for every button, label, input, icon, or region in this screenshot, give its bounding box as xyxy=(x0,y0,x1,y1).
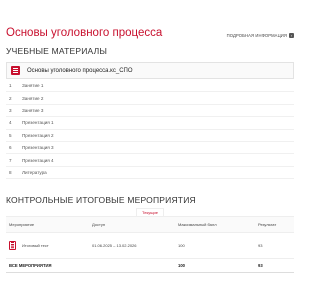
item-number: 6 xyxy=(9,145,12,151)
page-title: Основы уголовного процесса xyxy=(6,27,163,39)
event-access: 01.06.2025 – 13.02.2026 xyxy=(92,243,137,248)
item-label: Презентация 2 xyxy=(22,132,54,138)
event-result: 93 xyxy=(258,243,263,248)
item-number: 4 xyxy=(9,120,12,126)
item-number: 1 xyxy=(9,83,12,89)
item-number: 7 xyxy=(9,157,12,163)
item-label: Занятие 2 xyxy=(22,95,44,101)
more-info-label: ПОДРОБНАЯ ИНФОРМАЦИЯ xyxy=(226,33,287,38)
event-cell: Итоговый тест xyxy=(6,240,92,250)
more-info-link[interactable]: ПОДРОБНАЯ ИНФОРМАЦИЯ › xyxy=(227,33,294,38)
event-name[interactable]: Итоговый тест xyxy=(22,243,49,248)
list-item[interactable]: 3 Занятие 3 xyxy=(6,105,294,118)
column-header-access: Доступ xyxy=(92,222,106,227)
materials-list: 1 Занятие 1 2 Занятие 2 3 Занятие 3 4 Презен… xyxy=(6,80,294,180)
item-number: 2 xyxy=(9,95,12,101)
test-clipboard-icon xyxy=(9,240,16,250)
item-label: Презентация 4 xyxy=(22,157,54,163)
table-header: Мероприятие Доступ Максимальный балл Рез… xyxy=(6,217,294,233)
list-item[interactable]: 8 Литература xyxy=(6,167,294,180)
item-number: 3 xyxy=(9,107,12,113)
table-row[interactable]: Итоговый тест 01.06.2025 – 13.02.2026 10… xyxy=(6,233,294,259)
column-header-result: Результат xyxy=(258,222,277,227)
total-result: 93 xyxy=(258,263,263,268)
total-label: ВСЕ МЕРОПРИЯТИЯ xyxy=(9,263,52,268)
tab-current[interactable]: Текущие xyxy=(136,208,164,216)
events-heading: КОНТРОЛЬНЫЕ ИТОГОВЫЕ МЕРОПРИЯТИЯ xyxy=(6,195,196,205)
list-item[interactable]: 1 Занятие 1 xyxy=(6,80,294,93)
item-number: 8 xyxy=(9,169,12,175)
arrow-right-icon: › xyxy=(289,32,294,38)
item-label: Занятие 3 xyxy=(22,107,44,113)
list-item[interactable]: 6 Презентация 3 xyxy=(6,142,294,155)
course-item[interactable]: Основы уголовного процесса.кс_СПО xyxy=(6,62,294,79)
item-label: Презентация 1 xyxy=(22,120,54,126)
total-max-score: 100 xyxy=(178,263,185,268)
events-table: Мероприятие Доступ Максимальный балл Рез… xyxy=(6,216,294,273)
item-number: 5 xyxy=(9,132,12,138)
list-item[interactable]: 2 Занятие 2 xyxy=(6,92,294,105)
course-name: Основы уголовного процесса.кс_СПО xyxy=(27,67,133,74)
list-item[interactable]: 4 Презентация 1 xyxy=(6,117,294,130)
event-max-score: 100 xyxy=(178,243,185,248)
materials-heading: УЧЕБНЫЕ МАТЕРИАЛЫ xyxy=(6,46,108,56)
column-header-max-score: Максимальный балл xyxy=(178,222,217,227)
table-total-row: ВСЕ МЕРОПРИЯТИЯ 100 93 xyxy=(6,259,294,273)
item-label: Литература xyxy=(22,169,47,175)
item-label: Занятие 1 xyxy=(22,83,44,89)
list-item[interactable]: 5 Презентация 2 xyxy=(6,130,294,142)
item-label: Презентация 3 xyxy=(22,145,54,151)
column-header-event: Мероприятие xyxy=(9,222,35,227)
list-item[interactable]: 7 Презентация 4 xyxy=(6,154,294,167)
course-book-icon xyxy=(11,66,20,75)
